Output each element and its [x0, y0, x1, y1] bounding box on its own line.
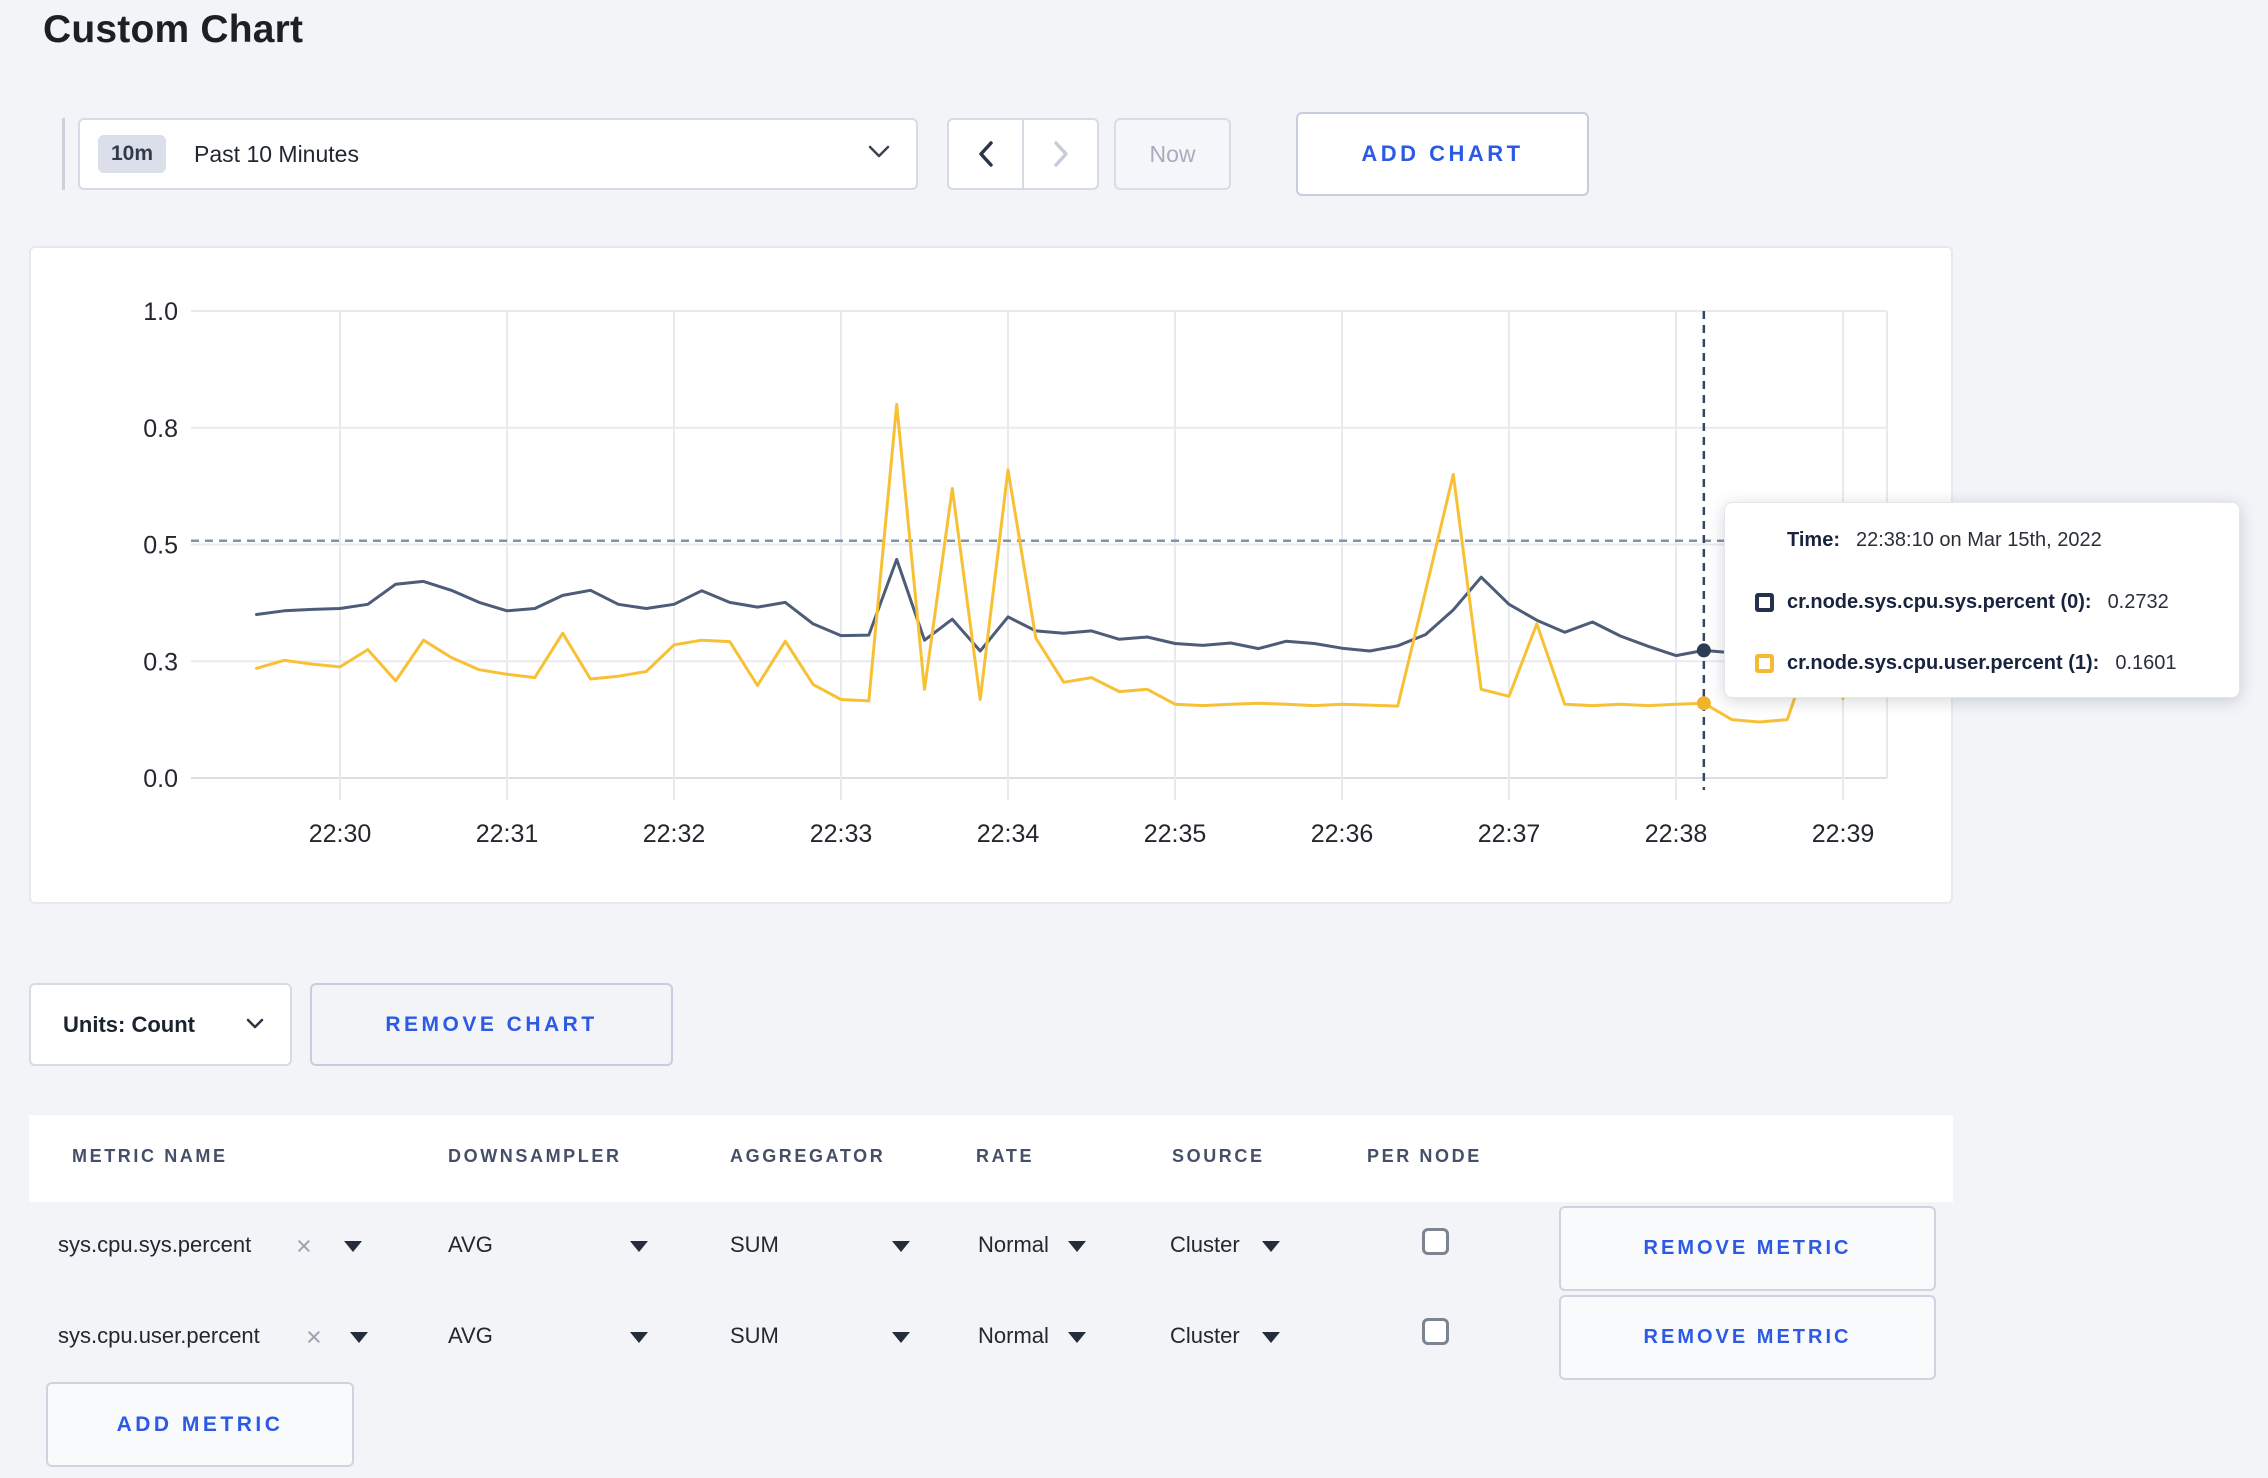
remove-metric-x-icon[interactable]: ×	[296, 1233, 312, 1260]
tooltip-series-sys-row: cr.node.sys.cpu.sys.percent (0): 0.2732	[1755, 591, 2209, 614]
aggregator-dropdown-icon[interactable]	[892, 1332, 910, 1343]
sys-series-swatch-icon	[1755, 592, 1774, 612]
tooltip-user-label: cr.node.sys.cpu.user.percent (1):	[1787, 652, 2100, 674]
per-node-checkbox[interactable]	[1422, 1318, 1449, 1345]
tooltip-time-label: Time:	[1787, 529, 1840, 551]
time-range-label: Past 10 Minutes	[194, 140, 359, 167]
now-button[interactable]: Now	[1114, 118, 1231, 190]
downsampler-value[interactable]: AVG	[448, 1232, 493, 1258]
toolbar-divider	[62, 118, 65, 190]
tooltip-sys-label: cr.node.sys.cpu.sys.percent (0):	[1787, 590, 2092, 613]
tooltip-user-value: 0.1601	[2115, 652, 2177, 674]
time-range-badge: 10m	[98, 135, 167, 173]
source-value[interactable]: Cluster	[1170, 1232, 1240, 1258]
add-metric-button[interactable]: ADD METRIC	[46, 1382, 354, 1467]
col-header-aggregator: AGGREGATOR	[730, 1146, 886, 1166]
remove-metric-button[interactable]: REMOVE METRIC	[1559, 1206, 1936, 1291]
source-dropdown-icon[interactable]	[1262, 1332, 1280, 1343]
source-value[interactable]: Cluster	[1170, 1323, 1240, 1349]
source-dropdown-icon[interactable]	[1262, 1241, 1280, 1252]
tooltip-series-user-row: cr.node.sys.cpu.user.percent (1): 0.1601	[1755, 652, 2209, 675]
metric-name-value[interactable]: sys.cpu.user.percent	[58, 1323, 260, 1349]
custom-chart-page: Custom Chart 10m Past 10 Minutes Now ADD…	[0, 0, 2268, 1478]
add-chart-button[interactable]: ADD CHART	[1296, 112, 1589, 196]
chevron-down-icon	[868, 145, 890, 163]
downsampler-dropdown-icon[interactable]	[630, 1241, 648, 1252]
downsampler-dropdown-icon[interactable]	[630, 1332, 648, 1343]
page-title: Custom Chart	[43, 8, 304, 51]
time-range-select[interactable]: 10m Past 10 Minutes	[78, 118, 918, 190]
rate-value[interactable]: Normal	[978, 1323, 1049, 1349]
col-header-per-node: PER NODE	[1367, 1146, 1482, 1166]
rate-dropdown-icon[interactable]	[1068, 1332, 1086, 1343]
per-node-checkbox[interactable]	[1422, 1228, 1449, 1255]
rate-dropdown-icon[interactable]	[1068, 1241, 1086, 1252]
remove-chart-button[interactable]: REMOVE CHART	[310, 983, 673, 1066]
col-header-downsampler: DOWNSAMPLER	[448, 1146, 622, 1166]
col-header-rate: RATE	[976, 1146, 1035, 1166]
metric-name-dropdown-icon[interactable]	[344, 1241, 362, 1252]
chart-tooltip: Time: 22:38:10 on Mar 15th, 2022 cr.node…	[1724, 502, 2240, 698]
chart-card[interactable]	[29, 246, 1953, 904]
col-header-metric-name: METRIC NAME	[72, 1146, 228, 1166]
aggregator-value[interactable]: SUM	[730, 1323, 779, 1349]
col-header-source: SOURCE	[1172, 1146, 1265, 1166]
metric-name-value[interactable]: sys.cpu.sys.percent	[58, 1232, 251, 1258]
chevron-right-icon	[1053, 141, 1068, 167]
units-label: Units: Count	[63, 1011, 195, 1037]
tooltip-time-value: 22:38:10 on Mar 15th, 2022	[1855, 529, 2102, 551]
tooltip-time-row: Time: 22:38:10 on Mar 15th, 2022	[1787, 529, 2209, 552]
time-pager	[947, 118, 1099, 190]
rate-value[interactable]: Normal	[978, 1232, 1049, 1258]
metrics-table-header: METRIC NAME DOWNSAMPLER AGGREGATOR RATE …	[29, 1115, 1953, 1202]
prev-timeframe-button[interactable]	[947, 118, 1023, 190]
next-timeframe-button[interactable]	[1023, 118, 1099, 190]
metric-name-dropdown-icon[interactable]	[350, 1332, 368, 1343]
tooltip-sys-value: 0.2732	[2107, 590, 2169, 613]
chevron-down-icon	[246, 1016, 264, 1034]
downsampler-value[interactable]: AVG	[448, 1323, 493, 1349]
units-select[interactable]: Units: Count	[29, 983, 292, 1066]
chevron-left-icon	[978, 141, 993, 167]
aggregator-dropdown-icon[interactable]	[892, 1241, 910, 1252]
user-series-swatch-icon	[1755, 654, 1774, 673]
remove-metric-button[interactable]: REMOVE METRIC	[1559, 1295, 1936, 1380]
remove-metric-x-icon[interactable]: ×	[306, 1324, 322, 1351]
aggregator-value[interactable]: SUM	[730, 1232, 779, 1258]
